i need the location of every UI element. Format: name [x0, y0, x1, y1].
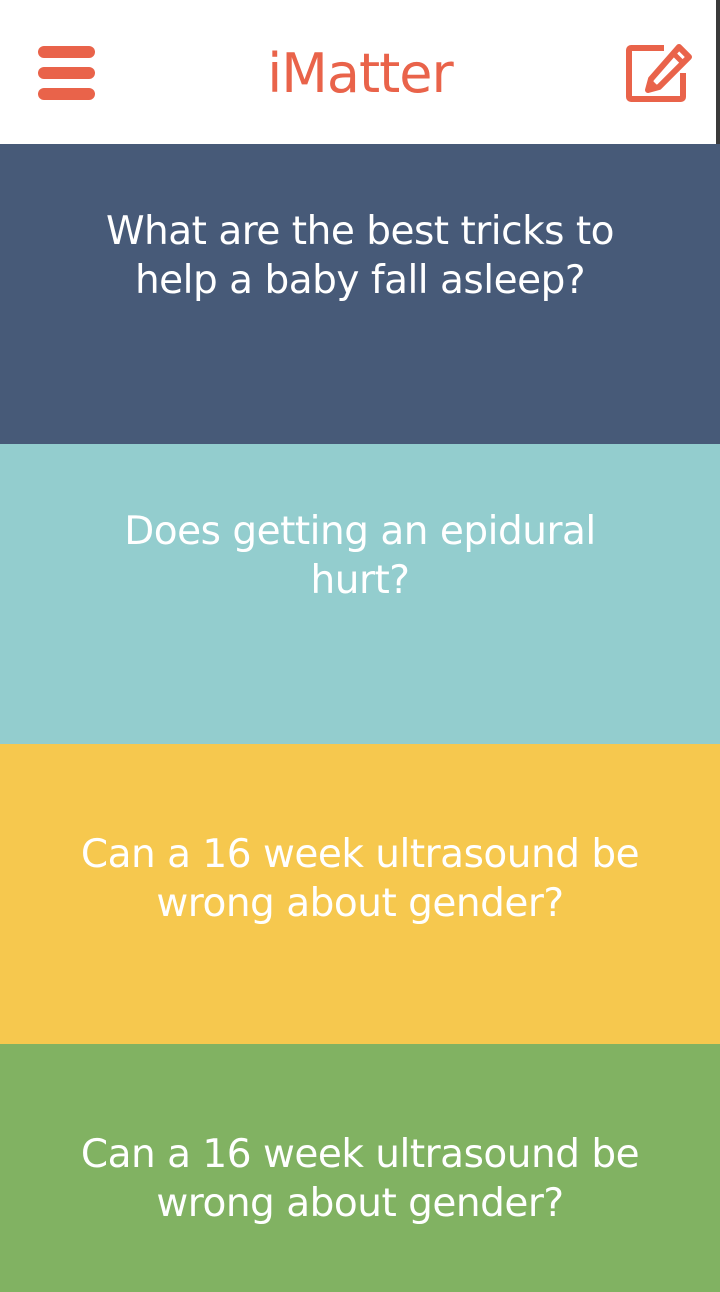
question-card-1[interactable]: What are the best tricks to help a baby … — [0, 144, 720, 444]
question-card-3[interactable]: Can a 16 week ultrasound be wrong about … — [0, 744, 720, 1044]
app-screen: iMatter What are the best tricks to help… — [0, 0, 720, 1292]
compose-question-button[interactable] — [624, 42, 694, 104]
app-title: iMatter — [267, 42, 453, 105]
question-text: Can a 16 week ultrasound be wrong about … — [80, 1132, 640, 1226]
question-text: What are the best tricks to help a baby … — [105, 209, 615, 303]
question-text: Can a 16 week ultrasound be wrong about … — [80, 832, 640, 926]
edit-square-pencil-icon — [626, 44, 692, 102]
question-text: Does getting an epidural hurt? — [124, 509, 596, 603]
question-card-2[interactable]: Does getting an epidural hurt? — [0, 444, 720, 744]
top-app-bar: iMatter — [0, 0, 720, 144]
question-card-4[interactable]: Can a 16 week ultrasound be wrong about … — [0, 1044, 720, 1292]
